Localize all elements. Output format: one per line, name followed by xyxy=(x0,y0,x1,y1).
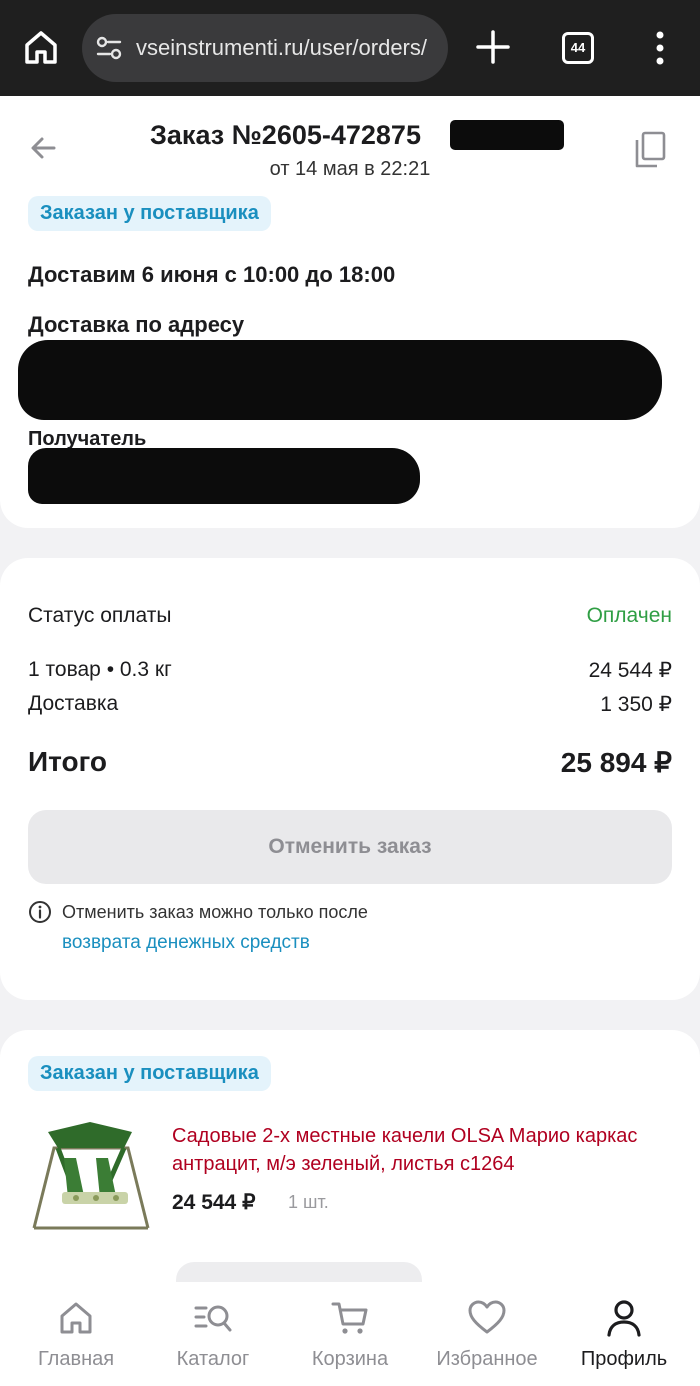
nav-cart[interactable]: Корзина xyxy=(280,1282,420,1386)
new-tab-icon[interactable] xyxy=(474,28,512,66)
site-settings-icon[interactable] xyxy=(96,36,122,60)
tab-switcher-button[interactable]: 44 xyxy=(562,32,594,64)
browser-menu-icon[interactable] xyxy=(650,30,670,66)
payment-status-value: Оплачен xyxy=(586,604,672,627)
delivery-cost-value: 1 350 ₽ xyxy=(600,693,672,716)
order-item-card: Заказан у поставщика Садовые 2-х местные… xyxy=(0,1030,700,1322)
redaction-block xyxy=(18,340,662,420)
browser-home-icon[interactable] xyxy=(20,26,62,68)
product-name-link[interactable]: Садовые 2-х местные качели OLSA Марио ка… xyxy=(172,1122,672,1178)
items-value: 24 544 ₽ xyxy=(588,659,672,682)
nav-home[interactable]: Главная xyxy=(6,1282,146,1386)
copy-icon[interactable] xyxy=(632,130,668,170)
product-image[interactable] xyxy=(24,1118,156,1238)
redaction-block xyxy=(450,120,564,150)
cancel-info-text: Отменить заказ можно только после xyxy=(62,902,368,922)
heart-icon xyxy=(468,1300,506,1334)
nav-label: Главная xyxy=(37,1348,115,1370)
info-icon xyxy=(29,901,51,923)
order-title: Заказ №2605-472875 xyxy=(150,120,421,150)
browser-toolbar: vseinstrumenti.ru/user/orders/ 44 xyxy=(0,0,700,96)
total-label: Итого xyxy=(28,746,107,777)
nav-label: Избранное xyxy=(436,1348,538,1370)
nav-label: Корзина xyxy=(311,1348,389,1370)
bottom-navigation: Главная Каталог Корзина Избранное Профил… xyxy=(0,1282,700,1386)
items-label: 1 товар • 0.3 кг xyxy=(28,658,172,681)
refund-link[interactable]: возврата денежных средств xyxy=(62,932,310,954)
order-summary-card: Заказ №2605-472875 от 14 мая в 22:21 Зак… xyxy=(0,96,700,528)
product-quantity: 1 шт. xyxy=(288,1192,329,1212)
delivery-address-label: Доставка по адресу xyxy=(28,312,245,337)
payment-status-label: Статус оплаты xyxy=(28,604,172,627)
nav-label: Профиль xyxy=(580,1348,668,1370)
cancel-order-button[interactable]: Отменить заказ xyxy=(28,810,672,884)
total-value: 25 894 ₽ xyxy=(560,747,672,778)
nav-catalog[interactable]: Каталог xyxy=(143,1282,283,1386)
payment-card: Статус оплаты Оплачен 1 товар • 0.3 кг 2… xyxy=(0,558,700,1000)
item-status-badge: Заказан у поставщика xyxy=(28,1056,271,1091)
url-text[interactable]: vseinstrumenti.ru/user/orders/ xyxy=(136,35,427,61)
product-price: 24 544 ₽ xyxy=(172,1191,256,1214)
delivery-cost-label: Доставка xyxy=(28,692,119,715)
cart-icon xyxy=(331,1302,368,1334)
nav-label: Каталог xyxy=(176,1348,250,1370)
home-icon xyxy=(60,1302,92,1334)
nav-profile[interactable]: Профиль xyxy=(554,1282,694,1386)
address-bar[interactable]: vseinstrumenti.ru/user/orders/ xyxy=(82,14,448,82)
catalog-search-icon xyxy=(194,1305,232,1332)
order-date: от 14 мая в 22:21 xyxy=(269,158,431,180)
delivery-date: Доставим 6 июня с 10:00 до 18:00 xyxy=(28,262,396,287)
profile-icon xyxy=(607,1300,641,1337)
nav-favorites[interactable]: Избранное xyxy=(417,1282,557,1386)
redaction-block xyxy=(28,448,420,504)
order-status-badge: Заказан у поставщика xyxy=(28,196,271,231)
